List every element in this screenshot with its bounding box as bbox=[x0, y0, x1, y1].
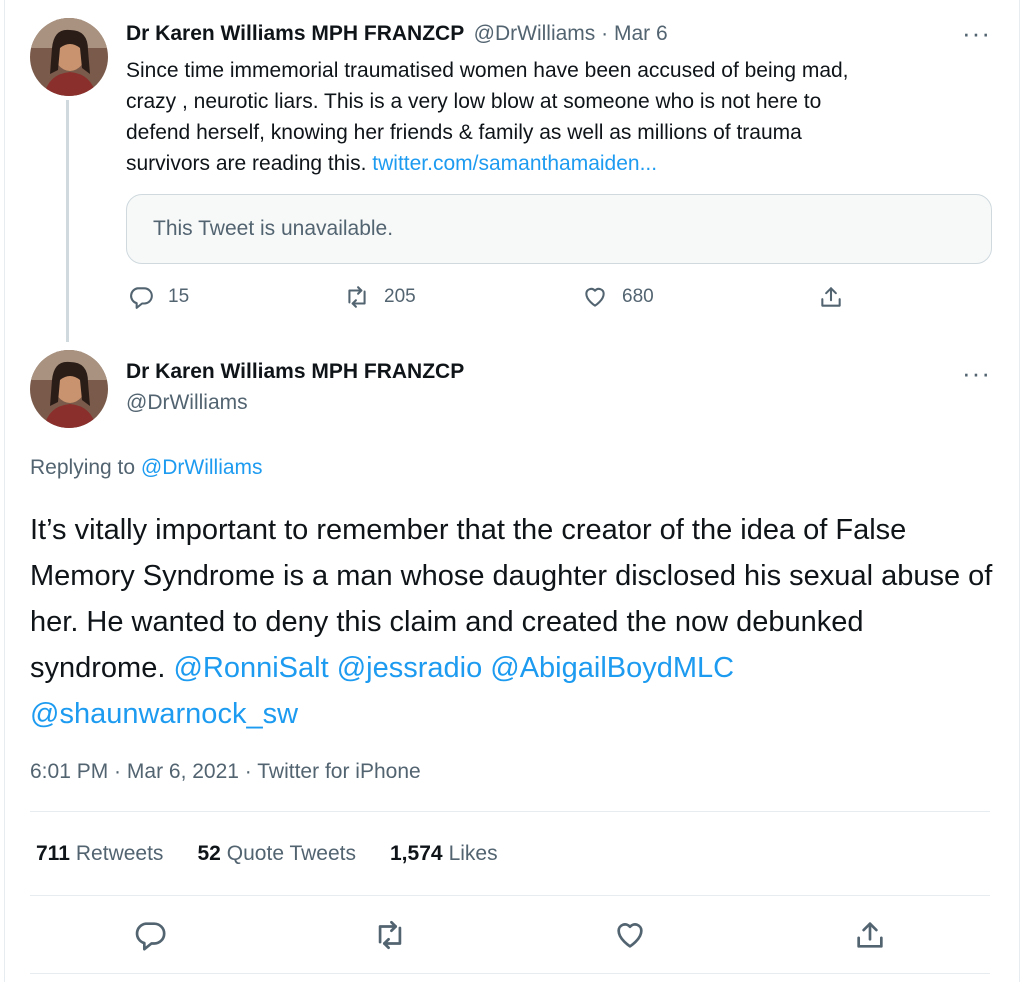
mention-link[interactable]: @AbigailBoydMLC bbox=[490, 652, 734, 684]
tweet-text-fragment: survivors are reading this. bbox=[126, 152, 373, 175]
reply-button[interactable]: 15 bbox=[128, 284, 189, 310]
reply-button[interactable] bbox=[133, 918, 167, 952]
retweet-button[interactable]: 205 bbox=[344, 284, 416, 310]
author-handle[interactable]: @DrWilliams bbox=[126, 391, 248, 415]
avatar[interactable] bbox=[30, 350, 108, 428]
retweet-icon bbox=[348, 286, 366, 308]
avatar[interactable] bbox=[30, 18, 108, 96]
avatar-photo bbox=[30, 350, 108, 428]
tweet-text-line: crazy , neurotic liars. This is a very l… bbox=[126, 90, 822, 113]
replying-to-link[interactable]: @DrWilliams bbox=[141, 456, 263, 479]
likes-label: Likes bbox=[448, 842, 498, 865]
author-handle[interactable]: @DrWilliams bbox=[474, 22, 596, 45]
tweet-date[interactable]: Mar 6 bbox=[614, 22, 668, 45]
avatar-photo bbox=[30, 18, 108, 96]
author-name[interactable]: Dr Karen Williams MPH FRANZCP bbox=[126, 360, 464, 384]
separator: · bbox=[108, 760, 127, 783]
share-button[interactable] bbox=[853, 918, 887, 952]
retweets-label: Retweets bbox=[75, 842, 164, 865]
quote-tweets-label: Quote Tweets bbox=[226, 842, 356, 865]
unavailable-text: This Tweet is unavailable. bbox=[153, 217, 394, 240]
tweet-text: Since time immemorial traumatised women … bbox=[126, 55, 1006, 179]
thread-line bbox=[66, 100, 69, 342]
like-button[interactable]: 680 bbox=[582, 284, 654, 310]
divider bbox=[30, 811, 990, 812]
quoted-tweet-unavailable[interactable]: This Tweet is unavailable. bbox=[126, 194, 992, 264]
tweet-text-line: defend herself, knowing her friends & fa… bbox=[126, 121, 802, 144]
likes-count: 1,574 bbox=[390, 842, 443, 865]
retweet-button[interactable] bbox=[373, 918, 407, 952]
share-icon bbox=[857, 922, 883, 948]
tweet-date[interactable]: Mar 6, 2021 bbox=[127, 760, 239, 783]
likes-stat[interactable]: 1,574 Likes bbox=[390, 842, 498, 866]
author-name[interactable]: Dr Karen Williams MPH FRANZCP @DrWilliam… bbox=[126, 22, 668, 46]
replying-prefix: Replying to bbox=[30, 456, 141, 479]
separator: · bbox=[238, 760, 258, 783]
tweet-source[interactable]: Twitter for iPhone bbox=[257, 760, 420, 783]
engagement-stats: 711 Retweets 52 Quote Tweets 1,574 Likes bbox=[36, 842, 498, 866]
tweet-time[interactable]: 6:01 PM bbox=[30, 760, 108, 783]
tweet-text-line: Since time immemorial traumatised women … bbox=[126, 59, 849, 82]
retweets-stat[interactable]: 711 Retweets bbox=[36, 842, 163, 866]
more-icon[interactable]: ··· bbox=[962, 20, 991, 46]
tweet-link[interactable]: twitter.com/samanthamaiden... bbox=[372, 152, 657, 175]
tweet-text-line: survivors are reading this. twitter.com/… bbox=[126, 148, 1006, 179]
like-icon bbox=[585, 287, 605, 307]
retweets-count: 711 bbox=[36, 842, 70, 865]
mention-link[interactable]: @shaunwarnock_sw bbox=[30, 698, 298, 730]
like-button[interactable] bbox=[613, 918, 647, 952]
quote-tweets-stat[interactable]: 52 Quote Tweets bbox=[197, 842, 356, 866]
divider bbox=[30, 973, 990, 974]
quote-tweets-count: 52 bbox=[197, 842, 221, 865]
tweet-meta: 6:01 PM · Mar 6, 2021 · Twitter for iPho… bbox=[30, 760, 421, 784]
share-icon bbox=[821, 287, 841, 307]
reply-icon bbox=[130, 287, 153, 309]
divider bbox=[30, 895, 990, 896]
mention-link[interactable]: @RonniSalt bbox=[173, 652, 328, 684]
author-name-text[interactable]: Dr Karen Williams MPH FRANZCP bbox=[126, 22, 464, 45]
more-icon[interactable]: ··· bbox=[962, 360, 991, 386]
tweet-text: It’s vitally important to remember that … bbox=[30, 507, 1000, 737]
like-count: 680 bbox=[622, 286, 654, 307]
reply-count: 15 bbox=[168, 286, 190, 307]
share-button[interactable] bbox=[818, 284, 844, 310]
mention-link[interactable]: @jessradio bbox=[337, 652, 483, 684]
reply-icon bbox=[135, 922, 166, 951]
like-icon bbox=[617, 923, 643, 948]
separator: · bbox=[601, 22, 609, 45]
retweet-count: 205 bbox=[384, 286, 416, 307]
replying-to: Replying to @DrWilliams bbox=[30, 456, 263, 480]
retweet-icon bbox=[378, 920, 402, 950]
